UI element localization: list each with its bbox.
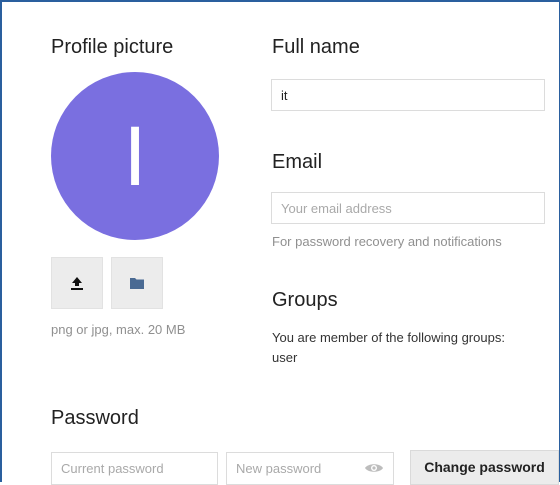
- change-password-button[interactable]: Change password: [410, 450, 559, 485]
- avatar-letter: I: [123, 108, 147, 203]
- password-heading: Password: [51, 407, 139, 429]
- groups-description: You are member of the following groups:: [272, 330, 505, 345]
- groups-heading: Groups: [272, 289, 338, 311]
- window-border-left: [0, 0, 2, 482]
- window-border-top: [0, 0, 560, 2]
- profile-picture-heading: Profile picture: [51, 36, 174, 58]
- current-password-input[interactable]: [51, 452, 218, 485]
- email-heading: Email: [272, 151, 323, 173]
- avatar-format-hint: png or jpg, max. 20 MB: [51, 322, 186, 337]
- group-list: user: [272, 350, 298, 365]
- show-password-toggle[interactable]: [363, 460, 385, 476]
- eye-icon: [365, 464, 383, 472]
- full-name-heading: Full name: [272, 36, 360, 58]
- choose-from-files-button[interactable]: [111, 257, 163, 309]
- avatar: I: [51, 72, 219, 240]
- folder-icon: [130, 278, 144, 289]
- email-input[interactable]: [271, 192, 545, 224]
- upload-button[interactable]: [51, 257, 103, 309]
- full-name-input[interactable]: [271, 79, 545, 111]
- upload-icon: [71, 277, 83, 290]
- email-hint: For password recovery and notifications: [272, 234, 502, 249]
